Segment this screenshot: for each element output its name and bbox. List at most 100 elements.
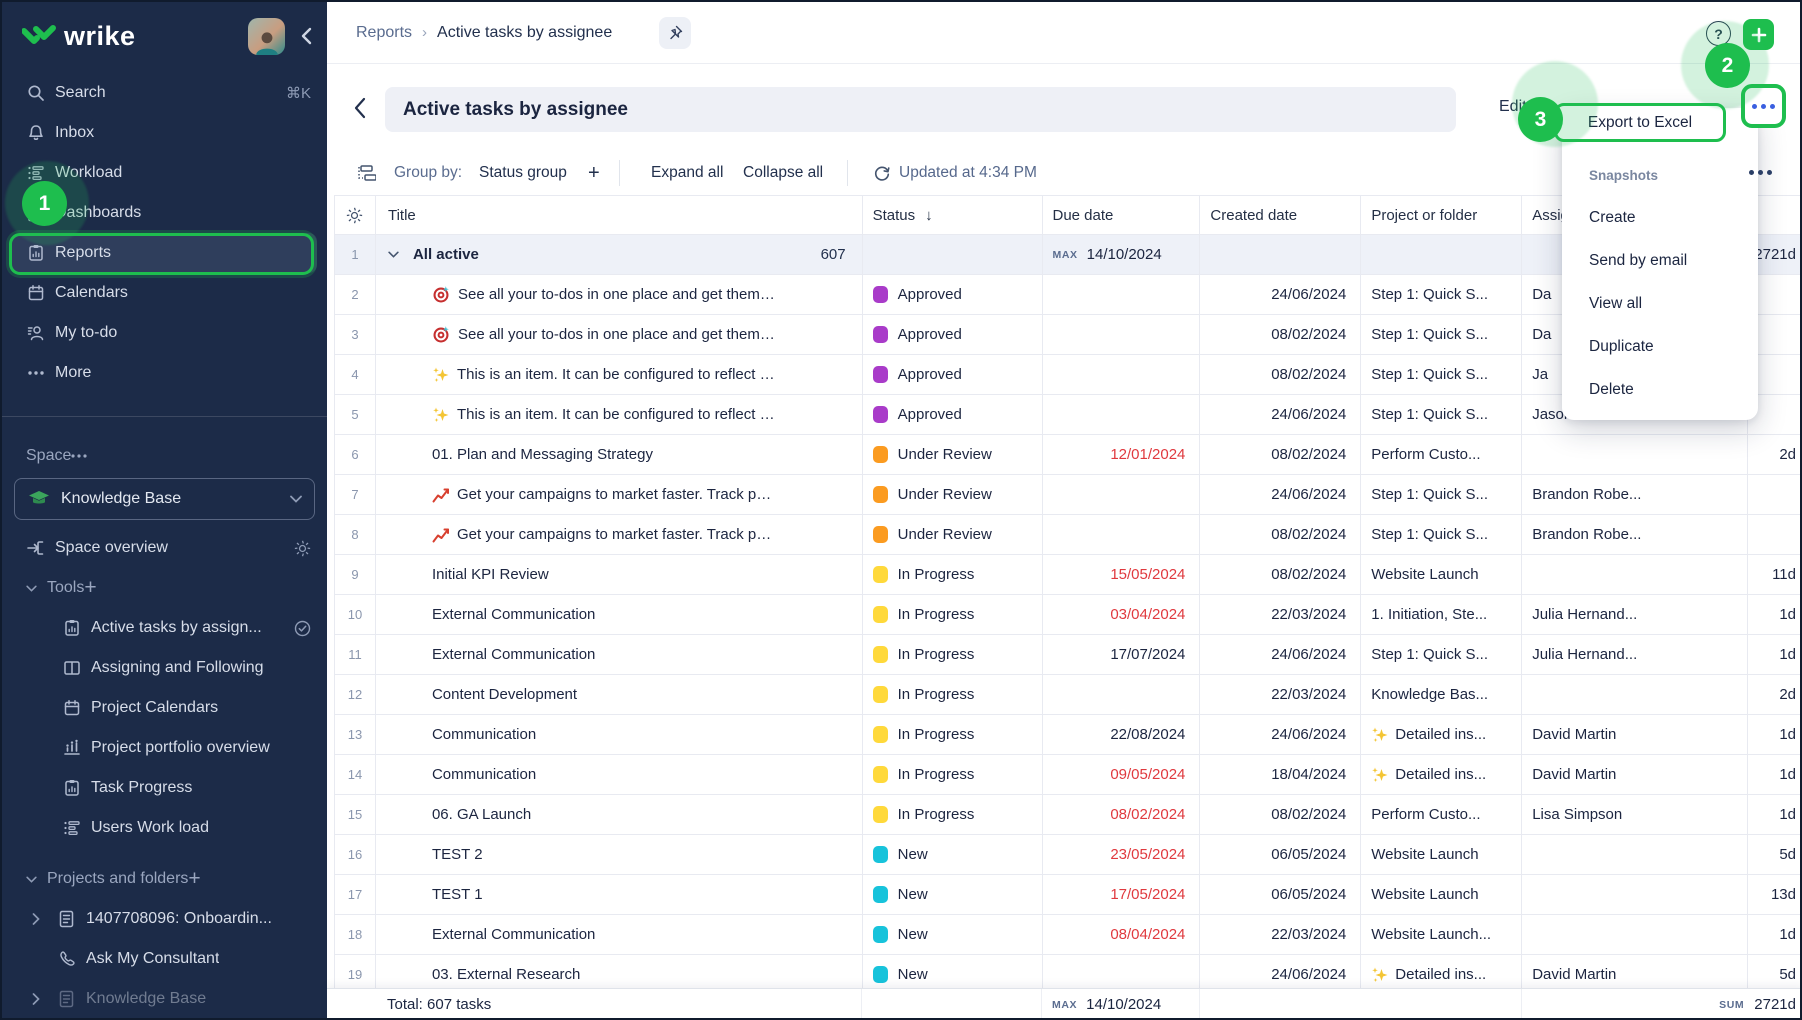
assignee-cell[interactable] — [1522, 875, 1748, 914]
menu-item-duplicate[interactable]: Duplicate — [1562, 325, 1758, 368]
task-row[interactable]: 7Get your campaigns to market faster. Tr… — [335, 475, 1802, 515]
tool-item-project-portfolio-overview[interactable]: Project portfolio overview — [2, 728, 327, 768]
column-header-created[interactable]: Created date — [1200, 196, 1361, 234]
due-date-cell[interactable]: 08/02/2024 — [1043, 795, 1201, 834]
assignee-cell[interactable]: Brandon Robe... — [1522, 515, 1748, 554]
status-cell[interactable]: Under Review — [863, 435, 1043, 474]
task-row[interactable]: 13CommunicationIn Progress22/08/202424/0… — [335, 715, 1802, 755]
column-header-project[interactable]: Project or folder — [1361, 196, 1522, 234]
column-header-due[interactable]: Due date — [1043, 196, 1201, 234]
due-date-cell[interactable]: 17/05/2024 — [1043, 875, 1201, 914]
status-cell[interactable]: Under Review — [863, 515, 1043, 554]
assignee-cell[interactable]: Lisa Simpson — [1522, 795, 1748, 834]
wrike-logo[interactable]: wrike — [22, 21, 136, 52]
column-header-status[interactable]: Status ↓ — [863, 196, 1043, 234]
project-item-ask-my-consultant[interactable]: Ask My Consultant — [2, 939, 327, 979]
tool-item-task-progress[interactable]: Task Progress — [2, 768, 327, 808]
tool-item-active-tasks-by-assign-[interactable]: Active tasks by assign... — [2, 608, 327, 648]
project-cell[interactable]: Perform Custo... — [1361, 795, 1522, 834]
task-row[interactable]: 14CommunicationIn Progress09/05/202418/0… — [335, 755, 1802, 795]
status-cell[interactable]: In Progress — [863, 675, 1043, 714]
project-cell[interactable]: 1. Initiation, Ste... — [1361, 595, 1522, 634]
due-date-cell[interactable] — [1043, 315, 1201, 354]
sidebar-item-inbox[interactable]: Inbox — [2, 113, 327, 153]
status-cell[interactable]: New — [863, 875, 1043, 914]
project-cell[interactable]: Step 1: Quick S... — [1361, 355, 1522, 394]
assignee-cell[interactable] — [1522, 915, 1748, 954]
project-cell[interactable]: Step 1: Quick S... — [1361, 395, 1522, 434]
status-cell[interactable]: New — [863, 835, 1043, 874]
task-row[interactable]: 9Initial KPI ReviewIn Progress15/05/2024… — [335, 555, 1802, 595]
menu-item-create[interactable]: Create — [1562, 196, 1758, 239]
report-more-button[interactable] — [1741, 84, 1786, 128]
status-cell[interactable]: In Progress — [863, 555, 1043, 594]
assignee-cell[interactable] — [1522, 435, 1748, 474]
help-icon[interactable]: ? — [1706, 21, 1731, 46]
project-cell[interactable]: Step 1: Quick S... — [1361, 315, 1522, 354]
project-cell[interactable]: Knowledge Bas... — [1361, 675, 1522, 714]
project-item-knowledge-base[interactable]: Knowledge Base — [2, 979, 327, 1018]
project-cell[interactable]: Website Launch... — [1361, 915, 1522, 954]
sidebar-item-more[interactable]: More — [2, 353, 327, 393]
refresh-icon[interactable] — [873, 164, 891, 182]
task-row[interactable]: 18External CommunicationNew08/04/202422/… — [335, 915, 1802, 955]
task-row[interactable]: 8Get your campaigns to market faster. Tr… — [335, 515, 1802, 555]
due-date-cell[interactable] — [1043, 675, 1201, 714]
status-cell[interactable]: Under Review — [863, 475, 1043, 514]
due-date-cell[interactable] — [1043, 515, 1201, 554]
create-new-button[interactable] — [1743, 19, 1774, 50]
menu-item-send-by-email[interactable]: Send by email — [1562, 239, 1758, 282]
sidebar-collapse-icon[interactable] — [299, 26, 313, 46]
sidebar-item-my-to-do[interactable]: My to-do — [2, 313, 327, 353]
assignee-cell[interactable]: Julia Hernand... — [1522, 635, 1748, 674]
space-more-icon[interactable] — [71, 454, 87, 458]
sidebar-item-reports[interactable]: Reports — [12, 233, 317, 273]
due-date-cell[interactable]: 17/07/2024 — [1043, 635, 1201, 674]
tool-item-users-work-load[interactable]: Users Work load — [2, 808, 327, 848]
task-row[interactable]: 1506. GA LaunchIn Progress08/02/202408/0… — [335, 795, 1802, 835]
breadcrumb-reports-link[interactable]: Reports — [356, 24, 412, 42]
expand-all-button[interactable]: Expand all — [651, 164, 723, 182]
due-date-cell[interactable]: 23/05/2024 — [1043, 835, 1201, 874]
due-date-cell[interactable] — [1043, 475, 1201, 514]
due-date-cell[interactable]: 08/04/2024 — [1043, 915, 1201, 954]
task-row[interactable]: 10External CommunicationIn Progress03/04… — [335, 595, 1802, 635]
sidebar-item-search[interactable]: Search ⌘K — [2, 73, 327, 113]
due-date-cell[interactable]: 22/08/2024 — [1043, 715, 1201, 754]
space-selector[interactable]: Knowledge Base — [14, 478, 315, 520]
project-cell[interactable]: Step 1: Quick S... — [1361, 275, 1522, 314]
status-cell[interactable]: Approved — [863, 275, 1043, 314]
status-cell[interactable]: In Progress — [863, 595, 1043, 634]
assignee-cell[interactable]: Brandon Robe... — [1522, 475, 1748, 514]
assignee-cell[interactable] — [1522, 555, 1748, 594]
menu-item-delete[interactable]: Delete — [1562, 368, 1758, 411]
add-tool-icon[interactable]: + — [84, 576, 96, 600]
due-date-cell[interactable]: 12/01/2024 — [1043, 435, 1201, 474]
project-cell[interactable]: Step 1: Quick S... — [1361, 475, 1522, 514]
gear-icon[interactable] — [294, 540, 311, 557]
tool-item-assigning-and-following[interactable]: Assigning and Following — [2, 648, 327, 688]
menu-item-view-all[interactable]: View all — [1562, 282, 1758, 325]
project-cell[interactable]: Detailed ins... — [1361, 755, 1522, 794]
task-row[interactable]: 12Content DevelopmentIn Progress22/03/20… — [335, 675, 1802, 715]
status-cell[interactable]: In Progress — [863, 715, 1043, 754]
collapse-all-button[interactable]: Collapse all — [743, 164, 823, 182]
collapse-group-icon[interactable] — [388, 251, 399, 258]
table-settings-cell[interactable] — [335, 196, 376, 234]
add-project-icon[interactable]: + — [188, 867, 200, 891]
due-date-cell[interactable] — [1043, 275, 1201, 314]
edit-button[interactable]: Edit — [1499, 98, 1527, 116]
avatar[interactable] — [248, 18, 285, 55]
sidebar-item-workload[interactable]: Workload — [2, 153, 327, 193]
status-cell[interactable]: New — [863, 915, 1043, 954]
tools-section-header[interactable]: Tools + — [2, 568, 327, 608]
status-cell[interactable]: Approved — [863, 355, 1043, 394]
column-header-title[interactable]: Title — [376, 196, 863, 234]
project-item-1407708096-onboardin-[interactable]: 1407708096: Onboardin... — [2, 899, 327, 939]
task-row[interactable]: 16TEST 2New23/05/202406/05/2024Website L… — [335, 835, 1802, 875]
project-cell[interactable]: Website Launch — [1361, 555, 1522, 594]
task-row[interactable]: 601. Plan and Messaging StrategyUnder Re… — [335, 435, 1802, 475]
project-cell[interactable]: Step 1: Quick S... — [1361, 635, 1522, 674]
report-title-input[interactable]: Active tasks by assignee — [385, 87, 1456, 132]
status-cell[interactable]: Approved — [863, 315, 1043, 354]
